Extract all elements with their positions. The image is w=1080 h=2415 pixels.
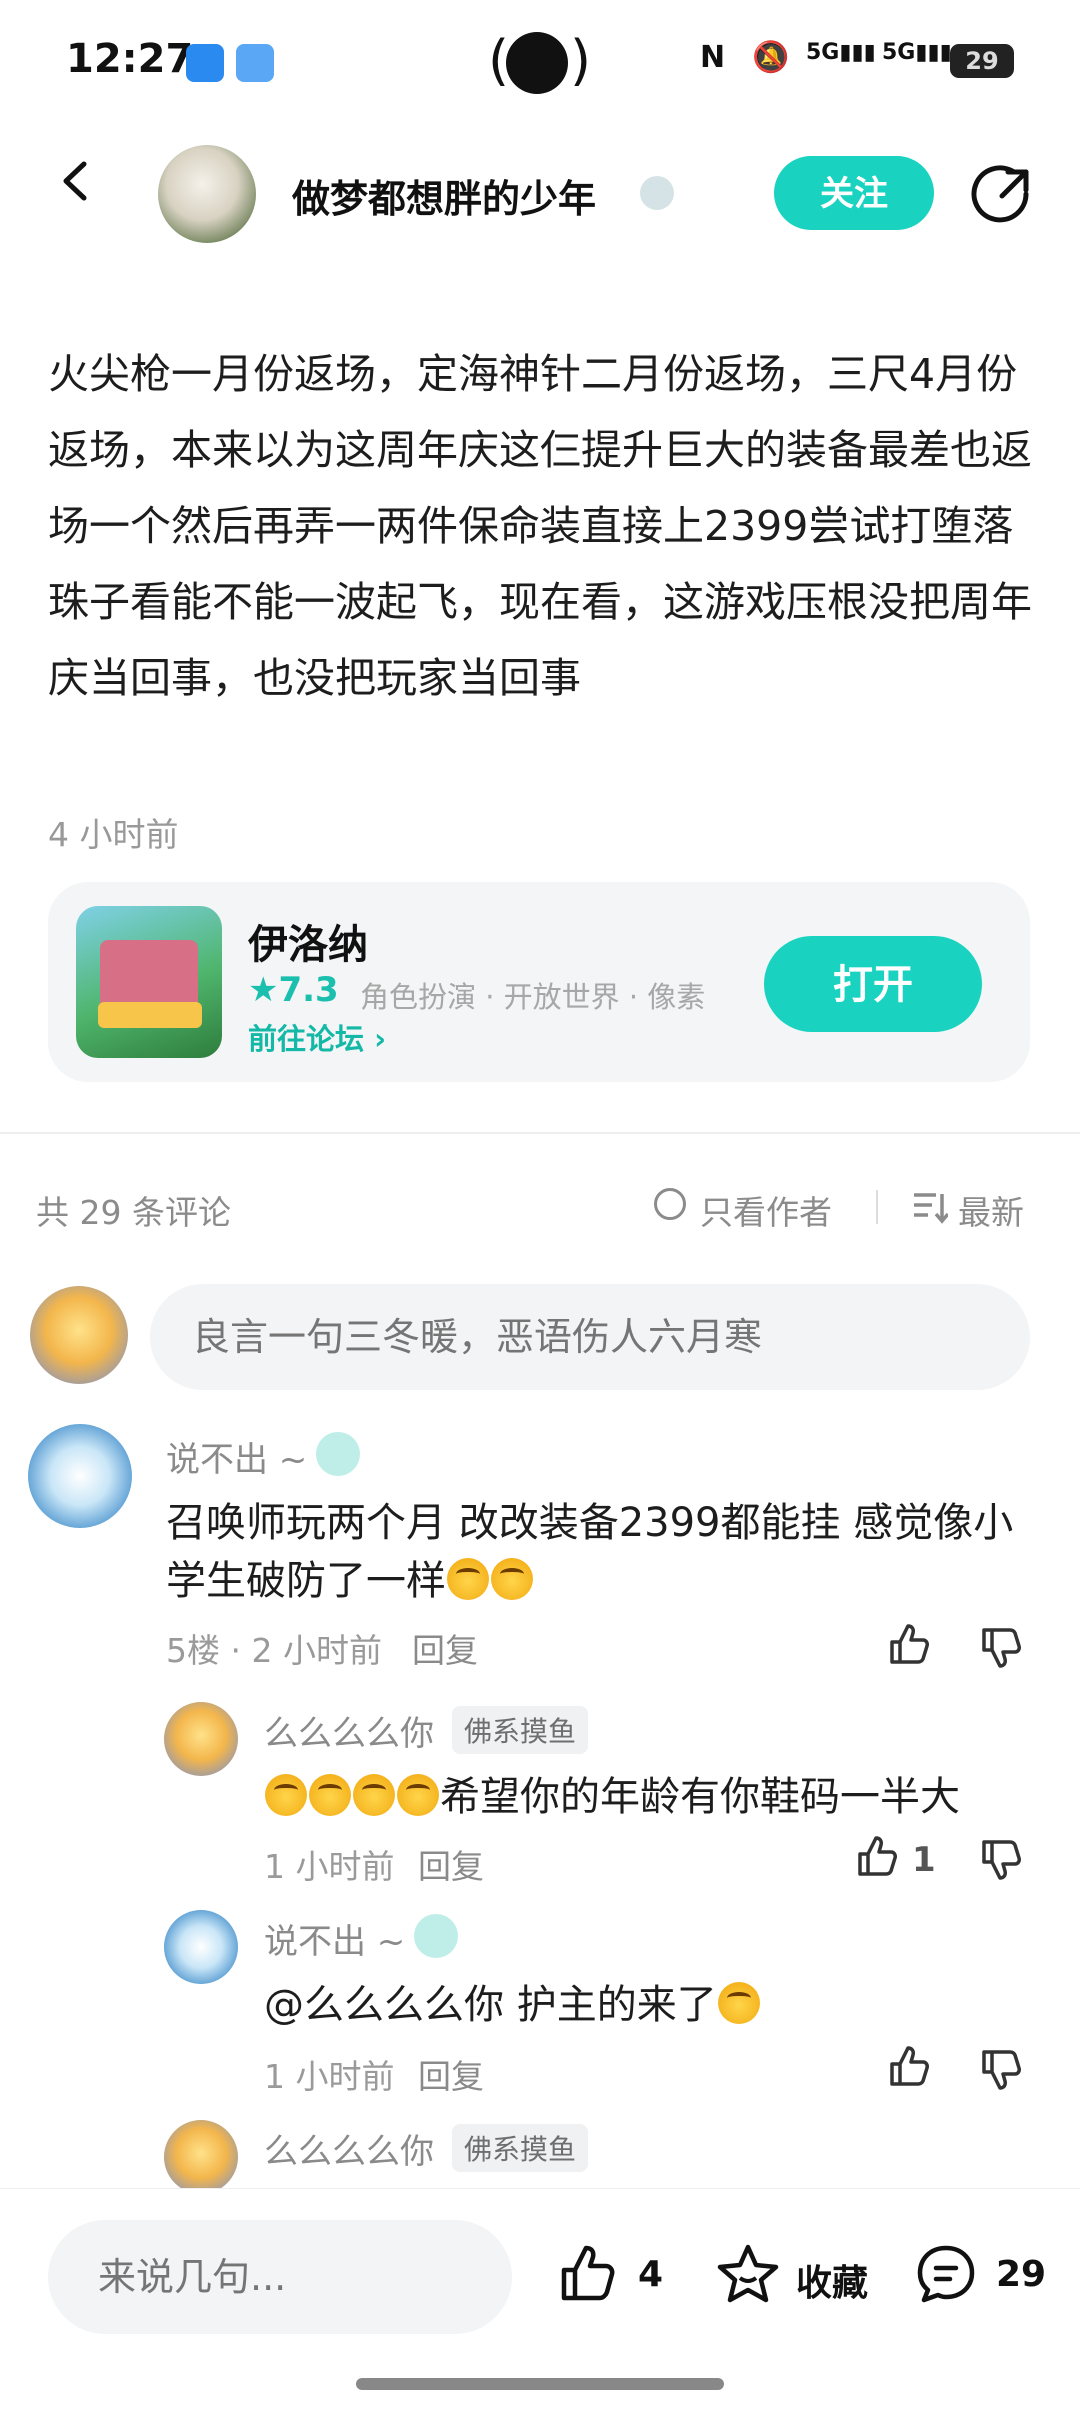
commenter-name[interactable]: 么么么么你 (264, 2124, 434, 2173)
reply-button[interactable]: 回复 (418, 1840, 484, 1888)
crying-emoji-icon (717, 1982, 760, 2024)
crying-emoji-icon (447, 1558, 489, 1600)
commenter-name[interactable]: 说不出 ~ (166, 1432, 307, 1481)
my-avatar (30, 1286, 128, 1384)
home-indicator[interactable] (356, 2378, 724, 2390)
comment-count: 共 29 条评论 (36, 1193, 231, 1232)
thumb-down-icon[interactable] (978, 2046, 1026, 2094)
comment-text: @么么么么你 护主的来了 (264, 1976, 1054, 2034)
reply-button[interactable]: 回复 (418, 2050, 484, 2098)
only-author-toggle[interactable]: 只看作者 (700, 1186, 832, 1234)
comment-meta: 1 小时前 (264, 2057, 395, 2096)
crying-emoji-icon (265, 1774, 307, 1816)
game-title[interactable]: 伊洛纳 (248, 912, 368, 970)
comment-text: 希望你的年龄有你鞋码一半大 (264, 1768, 1054, 1826)
chat-icon[interactable] (914, 2242, 978, 2306)
game-icon[interactable] (76, 906, 222, 1058)
thumb-down-icon[interactable] (978, 1836, 1026, 1884)
user-tag: 佛系摸鱼 (452, 2124, 589, 2172)
thumb-down-icon[interactable] (978, 1624, 1026, 1672)
commenter-avatar[interactable] (28, 1424, 132, 1528)
commenter-avatar[interactable] (164, 2120, 238, 2194)
sort-newest[interactable]: 最新 (958, 1186, 1024, 1234)
follow-button[interactable]: 关注 (774, 156, 934, 230)
level-badge-icon (316, 1432, 360, 1476)
like-count: 1 (912, 1840, 936, 1880)
separator (876, 1190, 878, 1224)
forum-link[interactable]: 前往论坛 › (248, 1016, 386, 1058)
app-notification-icon (186, 44, 224, 82)
crying-emoji-icon (491, 1558, 533, 1600)
comment-input[interactable] (150, 1284, 1030, 1390)
commenter-name[interactable]: 么么么么你 (264, 1706, 434, 1755)
comment-meta: 1 小时前 (264, 1847, 395, 1886)
weather-icon (236, 44, 274, 82)
commenter-name[interactable]: 说不出 ~ (264, 1914, 405, 1963)
crying-emoji-icon (309, 1774, 351, 1816)
thumb-up-icon[interactable] (886, 1620, 934, 1668)
mute-icon: 🔕 (752, 40, 790, 75)
only-author-radio-icon[interactable] (654, 1188, 686, 1220)
game-rating: ★7.3 (248, 970, 339, 1010)
level-badge-icon (640, 176, 674, 210)
crying-emoji-icon (397, 1774, 439, 1816)
bottom-comment-input[interactable] (48, 2220, 512, 2334)
divider (0, 1132, 1080, 1134)
commenter-avatar[interactable] (164, 1702, 238, 1776)
back-arrow-icon[interactable] (56, 160, 98, 202)
commenter-avatar[interactable] (164, 1910, 238, 1984)
game-tags: 角色扮演 · 开放世界 · 像素 (360, 980, 706, 1014)
thumb-up-icon[interactable] (556, 2242, 620, 2306)
comment-meta: 5楼 · 2 小时前 (166, 1631, 382, 1670)
favorite-label[interactable]: 收藏 (796, 2254, 868, 2306)
author-name[interactable]: 做梦都想胖的少年 (292, 168, 596, 223)
post-body: 火尖枪一月份返场，定海神针二月份返场，三尺4月份返场，本来以为这周年庆这仨提升巨… (48, 350, 1032, 702)
signal-icon: 5G▮▮▮ (806, 40, 876, 65)
thumb-up-icon[interactable] (854, 1832, 902, 1880)
comment-text: 召唤师玩两个月 改改装备2399都能挂 感觉像小学生破防了一样 (166, 1500, 1014, 1604)
reply-button[interactable]: 回复 (412, 1624, 478, 1672)
signal-icon-2: 5G▮▮▮ (882, 40, 952, 65)
sort-icon[interactable] (912, 1190, 948, 1224)
user-tag: 佛系摸鱼 (452, 1706, 589, 1754)
crying-emoji-icon (353, 1774, 395, 1816)
level-badge-icon (414, 1914, 458, 1958)
battery-icon: 29 (950, 44, 1014, 78)
post-comment-count: 29 (996, 2254, 1047, 2295)
status-time: 12:27 (66, 36, 194, 82)
nfc-icon: N (700, 40, 726, 75)
post-like-count: 4 (638, 2254, 664, 2295)
author-avatar[interactable] (158, 145, 256, 243)
star-icon[interactable] (716, 2242, 780, 2306)
thumb-up-icon[interactable] (886, 2042, 934, 2090)
post-timestamp: 4 小时前 (48, 815, 179, 854)
share-icon[interactable] (970, 164, 1032, 226)
open-game-button[interactable]: 打开 (764, 936, 982, 1032)
hotspot-indicator-icon: ( ) (488, 29, 592, 94)
